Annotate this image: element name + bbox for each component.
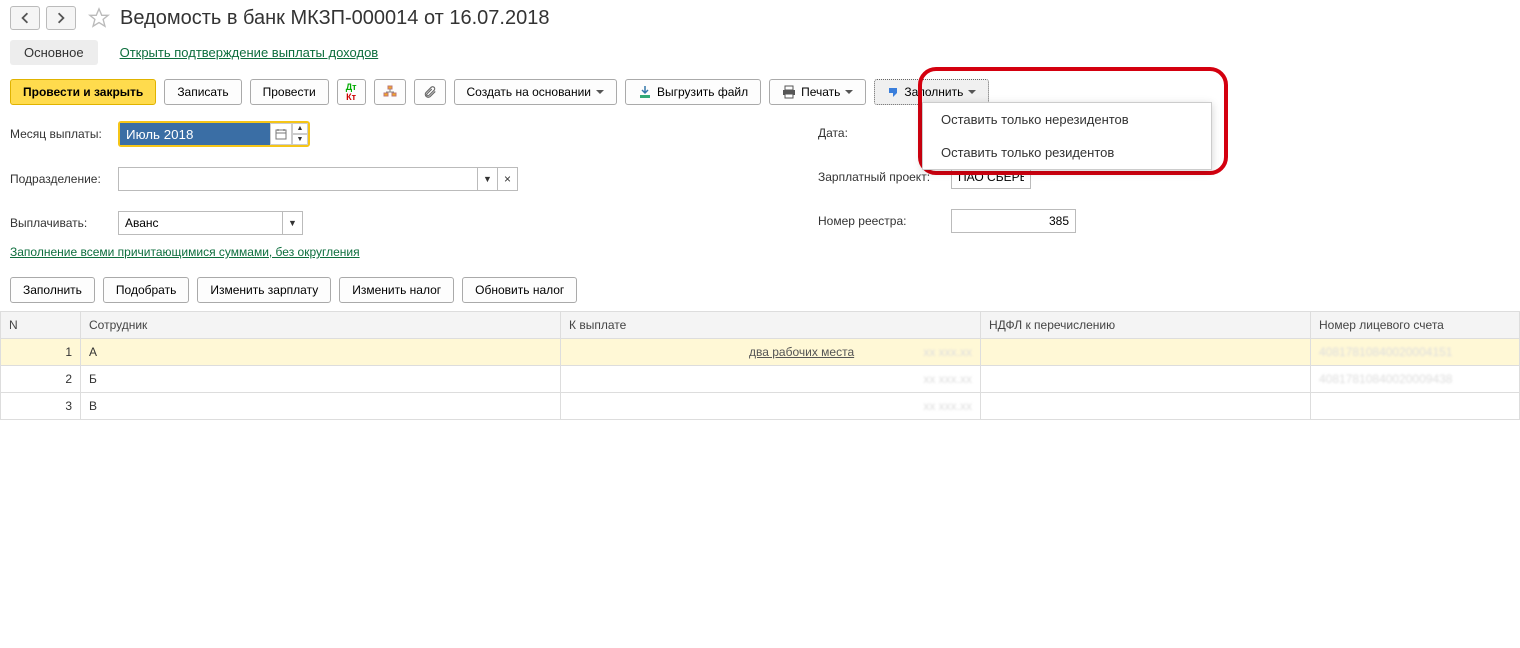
fill-label: Заполнить <box>904 85 963 99</box>
cell-account <box>1311 393 1520 420</box>
favorite-star-icon[interactable] <box>88 7 110 29</box>
table-row[interactable]: 2 Б xx xxx.xx 40817810840020009438 <box>1 366 1520 393</box>
create-based-on-label: Создать на основании <box>467 85 592 99</box>
cell-ndfl <box>981 366 1311 393</box>
menu-item-keep-residents[interactable]: Оставить только резидентов <box>923 136 1211 169</box>
month-spin-down[interactable]: ▼ <box>292 134 308 145</box>
dept-clear-button[interactable]: × <box>498 167 518 191</box>
post-button[interactable]: Провести <box>250 79 329 105</box>
col-to-pay[interactable]: К выплате <box>561 312 981 339</box>
fill-rule-link[interactable]: Заполнение всеми причитающимися суммами,… <box>10 245 360 259</box>
print-button[interactable]: Печать <box>769 79 866 105</box>
create-based-on-button[interactable]: Создать на основании <box>454 79 618 105</box>
cell-to-pay: xx xxx.xx <box>561 366 981 393</box>
cell-account: 40817810840020009438 <box>1311 366 1520 393</box>
cell-n: 3 <box>1 393 81 420</box>
calendar-icon <box>275 128 287 140</box>
dept-label: Подразделение: <box>10 172 110 186</box>
export-icon <box>638 85 652 99</box>
pay-type-input[interactable] <box>118 211 283 235</box>
table-pick-button[interactable]: Подобрать <box>103 277 189 303</box>
cell-employee: А <box>81 339 561 366</box>
payroll-project-label: Зарплатный проект: <box>818 170 943 184</box>
page-title: Ведомость в банк МКЗП-000014 от 16.07.20… <box>120 7 549 30</box>
cell-ndfl <box>981 339 1311 366</box>
col-number[interactable]: N <box>1 312 81 339</box>
write-button[interactable]: Записать <box>164 79 241 105</box>
link-open-confirmation[interactable]: Открыть подтверждение выплаты доходов <box>120 45 379 60</box>
cell-employee: Б <box>81 366 561 393</box>
cell-ndfl <box>981 393 1311 420</box>
table-row[interactable]: 3 В xx xxx.xx <box>1 393 1520 420</box>
table-refresh-tax-button[interactable]: Обновить налог <box>462 277 577 303</box>
col-ndfl[interactable]: НДФЛ к перечислению <box>981 312 1311 339</box>
cell-account: 40817810840020004151 <box>1311 339 1520 366</box>
dt-kt-icon-button[interactable]: ДтКт <box>337 79 366 105</box>
post-and-close-button[interactable]: Провести и закрыть <box>10 79 156 105</box>
fill-dropdown-menu: Оставить только нерезидентов Оставить то… <box>922 102 1212 170</box>
table-fill-button[interactable]: Заполнить <box>10 277 95 303</box>
cell-to-pay: xx xxx.xxдва рабочих места <box>561 339 981 366</box>
hierarchy-icon <box>383 85 397 99</box>
col-employee[interactable]: Сотрудник <box>81 312 561 339</box>
export-file-button[interactable]: Выгрузить файл <box>625 79 761 105</box>
table-edit-tax-button[interactable]: Изменить налог <box>339 277 454 303</box>
export-file-label: Выгрузить файл <box>657 85 748 99</box>
col-account[interactable]: Номер лицевого счета <box>1311 312 1520 339</box>
month-calendar-button[interactable] <box>270 123 292 145</box>
paperclip-icon <box>423 85 437 99</box>
month-label: Месяц выплаты: <box>10 127 110 141</box>
table-row[interactable]: 1 А xx xxx.xxдва рабочих места 408178108… <box>1 339 1520 366</box>
table-edit-salary-button[interactable]: Изменить зарплату <box>197 277 331 303</box>
printer-icon <box>782 85 796 99</box>
menu-item-keep-nonresidents[interactable]: Оставить только нерезидентов <box>923 103 1211 136</box>
cell-n: 1 <box>1 339 81 366</box>
fill-arrow-icon <box>887 86 899 98</box>
dept-input[interactable] <box>118 167 478 191</box>
cell-note[interactable]: два рабочих места <box>749 345 854 359</box>
registry-number-label: Номер реестра: <box>818 214 943 228</box>
month-input[interactable] <box>120 123 270 145</box>
dt-kt-icon: ДтКт <box>346 82 357 102</box>
cell-to-pay: xx xxx.xx <box>561 393 981 420</box>
cell-n: 2 <box>1 366 81 393</box>
cell-employee: В <box>81 393 561 420</box>
pay-type-dropdown-button[interactable]: ▼ <box>283 211 303 235</box>
registry-number-input[interactable] <box>951 209 1076 233</box>
back-button[interactable] <box>10 6 40 30</box>
employees-table: N Сотрудник К выплате НДФЛ к перечислени… <box>0 311 1520 420</box>
pay-type-label: Выплачивать: <box>10 216 110 230</box>
structure-icon-button[interactable] <box>374 79 406 105</box>
forward-button[interactable] <box>46 6 76 30</box>
print-label: Печать <box>801 85 840 99</box>
tab-main[interactable]: Основное <box>10 40 98 65</box>
dept-dropdown-button[interactable]: ▼ <box>478 167 498 191</box>
month-spin-up[interactable]: ▲ <box>292 123 308 134</box>
attach-icon-button[interactable] <box>414 79 446 105</box>
